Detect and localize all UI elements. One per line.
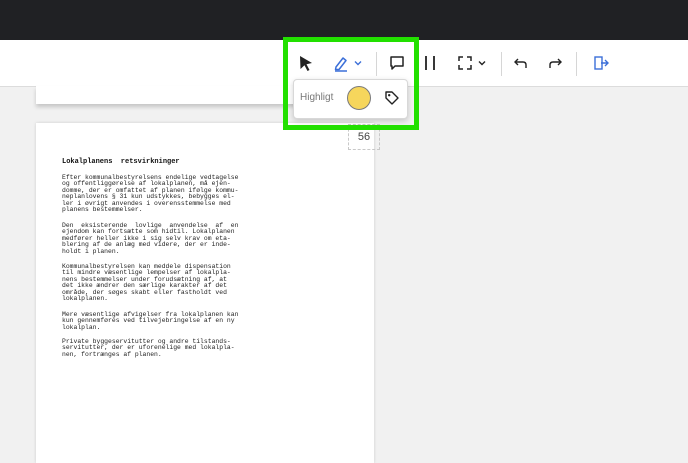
doc-paragraph: Den eksisterende lovlige anvendelse af e… — [62, 222, 239, 255]
chevron-down-icon — [478, 61, 485, 66]
tag-button[interactable] — [384, 90, 400, 106]
crop-tool-button[interactable] — [452, 40, 490, 86]
highlighter-icon — [334, 57, 347, 72]
document-page: Lokalplanens retsvirkninger Efter kommun… — [36, 123, 374, 463]
chevron-down-icon — [354, 61, 361, 66]
export-button[interactable] — [591, 40, 611, 86]
arrow-pointer-icon — [300, 56, 312, 71]
doc-paragraph: Mere væsentlige afvigelser fra lokalplan… — [62, 311, 239, 331]
comment-icon — [390, 56, 404, 70]
highlight-color-swatch[interactable] — [347, 86, 371, 110]
toolbar-divider — [376, 52, 377, 76]
doc-paragraph: Kommunalbestyrelsen kan meddele dispensa… — [62, 263, 231, 303]
tag-icon — [385, 91, 399, 105]
highlight-label: Highligt — [300, 92, 334, 103]
doc-heading: Lokalplanens retsvirkninger — [62, 158, 180, 166]
toolbar-divider — [501, 52, 502, 76]
redo-button[interactable] — [545, 40, 565, 86]
redo-icon — [549, 58, 562, 68]
highlight-options-popup: Highligt — [293, 79, 408, 119]
toolbar-divider — [576, 52, 577, 76]
undo-icon — [514, 58, 527, 68]
doc-paragraph: Private byggeservitutter og andre tilsta… — [62, 338, 235, 358]
text-cursor-icon — [425, 56, 435, 70]
text-tool-button[interactable] — [420, 40, 440, 86]
doc-paragraph: Efter kommunalbestyrelsens endelige vedt… — [62, 174, 239, 214]
app-topbar — [0, 0, 688, 40]
undo-button[interactable] — [511, 40, 531, 86]
export-icon — [594, 56, 609, 70]
page-number: 56 — [348, 124, 380, 150]
crop-icon — [457, 56, 472, 70]
